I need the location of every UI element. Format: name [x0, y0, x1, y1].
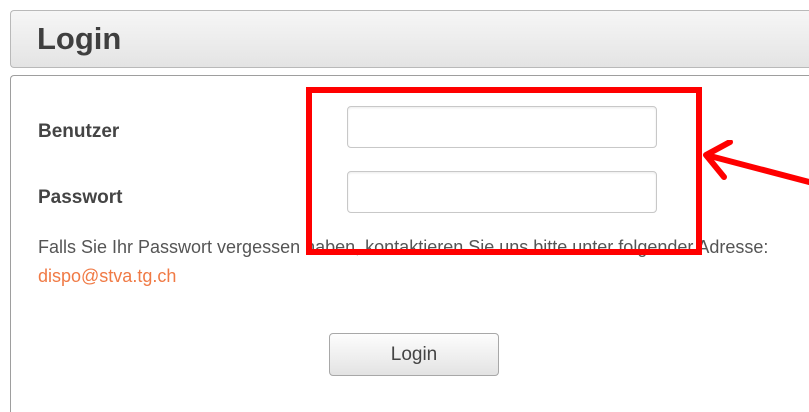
arrow-annotation-icon	[703, 140, 809, 185]
login-page: Login Benutzer Passwort Falls Sie Ihr Pa…	[0, 0, 809, 412]
username-label: Benutzer	[38, 121, 120, 142]
login-button[interactable]: Login	[329, 333, 499, 376]
support-email-link[interactable]: dispo@stva.tg.ch	[38, 266, 176, 286]
login-header: Login	[10, 10, 809, 68]
password-label: Passwort	[38, 187, 123, 208]
highlight-annotation-box	[306, 87, 702, 255]
page-title: Login	[37, 21, 122, 56]
